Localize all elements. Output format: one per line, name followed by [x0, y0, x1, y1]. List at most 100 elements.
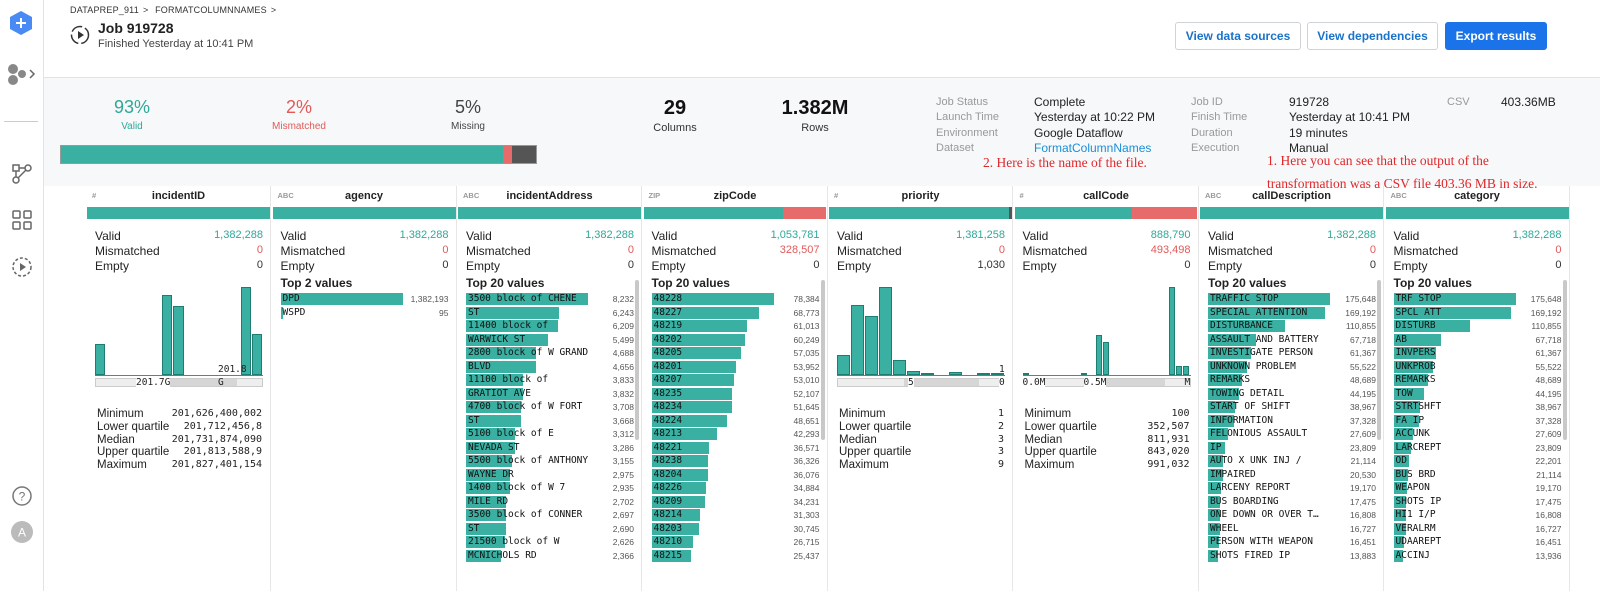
top-value-row[interactable]: ACCINJ 13,936	[1393, 549, 1562, 563]
top-value-row[interactable]: SPECIAL ATTENTION 169,192	[1208, 306, 1376, 320]
top-value-row[interactable]: HI1 I/P 16,808	[1393, 508, 1562, 522]
histogram-bar[interactable]	[1095, 335, 1102, 375]
histogram-bar[interactable]	[977, 373, 990, 375]
top-value-row[interactable]: 48209 34,231	[651, 495, 820, 509]
column-header[interactable]: ZIP zipCode	[643, 186, 828, 206]
top-value-row[interactable]: BUS BOARDING 17,475	[1208, 495, 1376, 509]
jobs-play-icon[interactable]	[10, 255, 34, 279]
top-value-row[interactable]: 48219 61,013	[651, 319, 820, 333]
top-value-row[interactable]: MILE RD 2,702	[466, 495, 634, 509]
top-value-row[interactable]: 48207 53,010	[651, 373, 820, 387]
top-value-row[interactable]: INVESTIGATE PERSON 61,367	[1208, 346, 1376, 360]
top-value-row[interactable]: UNKNOWN PROBLEM 55,522	[1208, 360, 1376, 374]
column-header[interactable]: # incidentID	[86, 186, 271, 206]
histogram-bar[interactable]	[1022, 373, 1029, 375]
histogram-bar[interactable]	[907, 370, 920, 375]
column-quality-bar[interactable]	[272, 207, 456, 219]
top-value-row[interactable]: DISTURBANCE 110,855	[1208, 319, 1376, 333]
top-value-row[interactable]: ONE DOWN OR OVER T… 16,808	[1208, 508, 1376, 522]
top-value-row[interactable]: SHOTS IP 17,475	[1393, 495, 1562, 509]
column-header[interactable]: # priority	[828, 186, 1013, 206]
top-value-row[interactable]: FA IP 37,328	[1393, 414, 1562, 428]
column-quality-bar[interactable]	[1014, 207, 1198, 219]
top-value-row[interactable]: REMARKS 48,689	[1393, 373, 1562, 387]
top-value-row[interactable]: 48205 57,035	[651, 346, 820, 360]
top-value-row[interactable]: 48201 53,952	[651, 360, 820, 374]
help-icon[interactable]: ?	[10, 484, 34, 508]
top-value-row[interactable]: ST 3,668	[466, 414, 634, 428]
flow-diagram-icon[interactable]	[10, 162, 34, 186]
histogram-bar[interactable]	[1175, 366, 1183, 375]
histogram-bar[interactable]	[851, 305, 864, 375]
column-quality-bar[interactable]	[458, 207, 641, 219]
top-value-row[interactable]: 4700 block of W FORT 3,708	[466, 400, 634, 414]
histogram-bar[interactable]	[949, 372, 962, 375]
top-value-row[interactable]: UNKPROB 55,522	[1393, 360, 1562, 374]
top-value-row[interactable]: UDAAREPT 16,451	[1393, 535, 1562, 549]
top-value-row[interactable]: 48228 78,384	[651, 292, 820, 306]
top-value-row[interactable]: AUTO X UNK INJ / 21,114	[1208, 454, 1376, 468]
top-value-row[interactable]: INFORMATION 37,328	[1208, 414, 1376, 428]
top-values-scrollbar[interactable]	[1562, 280, 1567, 440]
column-quality-bar[interactable]	[87, 207, 270, 219]
top-value-row[interactable]: STRTSHFT 38,967	[1393, 400, 1562, 414]
top-value-row[interactable]: 48221 36,571	[651, 441, 820, 455]
top-value-row[interactable]: 48214 31,303	[651, 508, 820, 522]
top-value-row[interactable]: 3500 block of CHENE 8,232	[466, 292, 634, 306]
top-value-row[interactable]: ST 6,243	[466, 306, 634, 320]
histogram-bar[interactable]	[879, 287, 892, 375]
histogram-bar[interactable]	[240, 287, 251, 375]
top-value-row[interactable]: ASSAULT AND BATTERY 67,718	[1208, 333, 1376, 347]
breadcrumb-item-flow[interactable]: DATAPREP_911	[70, 5, 139, 15]
top-value-row[interactable]: BLVD 4,656	[466, 360, 634, 374]
top-value-row[interactable]: SHOTS FIRED IP 13,883	[1208, 549, 1376, 563]
top-value-row[interactable]: 21500 block of W 2,626	[466, 535, 634, 549]
top-value-row[interactable]: 48234 51,645	[651, 400, 820, 414]
top-value-row[interactable]: INVPERS 61,367	[1393, 346, 1562, 360]
histogram-bar[interactable]	[1102, 341, 1110, 375]
dataset-link[interactable]: FormatColumnNames	[1034, 141, 1155, 156]
top-value-row[interactable]: FELONIOUS ASSAULT 27,609	[1208, 427, 1376, 441]
histogram-bar[interactable]	[865, 316, 878, 375]
top-value-row[interactable]: GRATIOT AVE 3,832	[466, 387, 634, 401]
histogram-range-slider[interactable]	[1022, 378, 1191, 387]
top-value-row[interactable]: SPCL ATT 169,192	[1393, 306, 1562, 320]
top-value-row[interactable]: 48224 48,651	[651, 414, 820, 428]
top-value-row[interactable]: DPD 1,382,193	[280, 292, 449, 306]
top-value-row[interactable]: 48238 36,326	[651, 454, 820, 468]
histogram-bar[interactable]	[1080, 373, 1088, 375]
column-quality-bar[interactable]	[829, 207, 1012, 219]
view-dependencies-button[interactable]: View dependencies	[1307, 22, 1438, 50]
top-value-row[interactable]: 48213 42,293	[651, 427, 820, 441]
histogram-bar[interactable]	[95, 344, 106, 375]
top-value-row[interactable]: LARCENY REPORT 19,170	[1208, 481, 1376, 495]
user-avatar-icon[interactable]: A	[10, 520, 34, 544]
histogram-bar[interactable]	[837, 354, 850, 375]
top-value-row[interactable]: 48202 60,249	[651, 333, 820, 347]
library-grid-icon[interactable]	[10, 208, 34, 232]
top-value-row[interactable]: WAYNE DR 2,975	[466, 468, 634, 482]
histogram-bar[interactable]	[1183, 366, 1190, 375]
top-value-row[interactable]: 5500 block of ANTHONY 3,155	[466, 454, 634, 468]
top-value-row[interactable]: 3500 block of CONNER 2,697	[466, 508, 634, 522]
top-value-row[interactable]: NEVADA ST 3,286	[466, 441, 634, 455]
column-header[interactable]: # callCode	[1014, 186, 1199, 206]
top-value-row[interactable]: BUS BRD 21,114	[1393, 468, 1562, 482]
histogram-bar[interactable]	[893, 360, 906, 375]
top-value-row[interactable]: ACCUNK 27,609	[1393, 427, 1562, 441]
top-value-row[interactable]: WARWICK ST 5,499	[466, 333, 634, 347]
top-value-row[interactable]: 48235 52,107	[651, 387, 820, 401]
top-value-row[interactable]: 5100 block of E 3,312	[466, 427, 634, 441]
column-quality-bar[interactable]	[643, 207, 827, 219]
histogram-bar[interactable]	[162, 294, 173, 375]
top-value-row[interactable]: 2800 block of W GRAND 4,688	[466, 346, 634, 360]
top-value-row[interactable]: START OF SHIFT 38,967	[1208, 400, 1376, 414]
top-value-row[interactable]: REMARKS 48,689	[1208, 373, 1376, 387]
top-value-row[interactable]: IMPAIRED 20,530	[1208, 468, 1376, 482]
top-value-row[interactable]: WSPD 95	[280, 306, 449, 320]
column-header[interactable]: ABC agency	[272, 186, 457, 206]
column-header[interactable]: ABC category	[1385, 186, 1570, 206]
histogram-bar[interactable]	[173, 306, 184, 375]
quality-segment-mismatch[interactable]	[502, 146, 513, 163]
column-header[interactable]: ABC incidentAddress	[457, 186, 642, 206]
